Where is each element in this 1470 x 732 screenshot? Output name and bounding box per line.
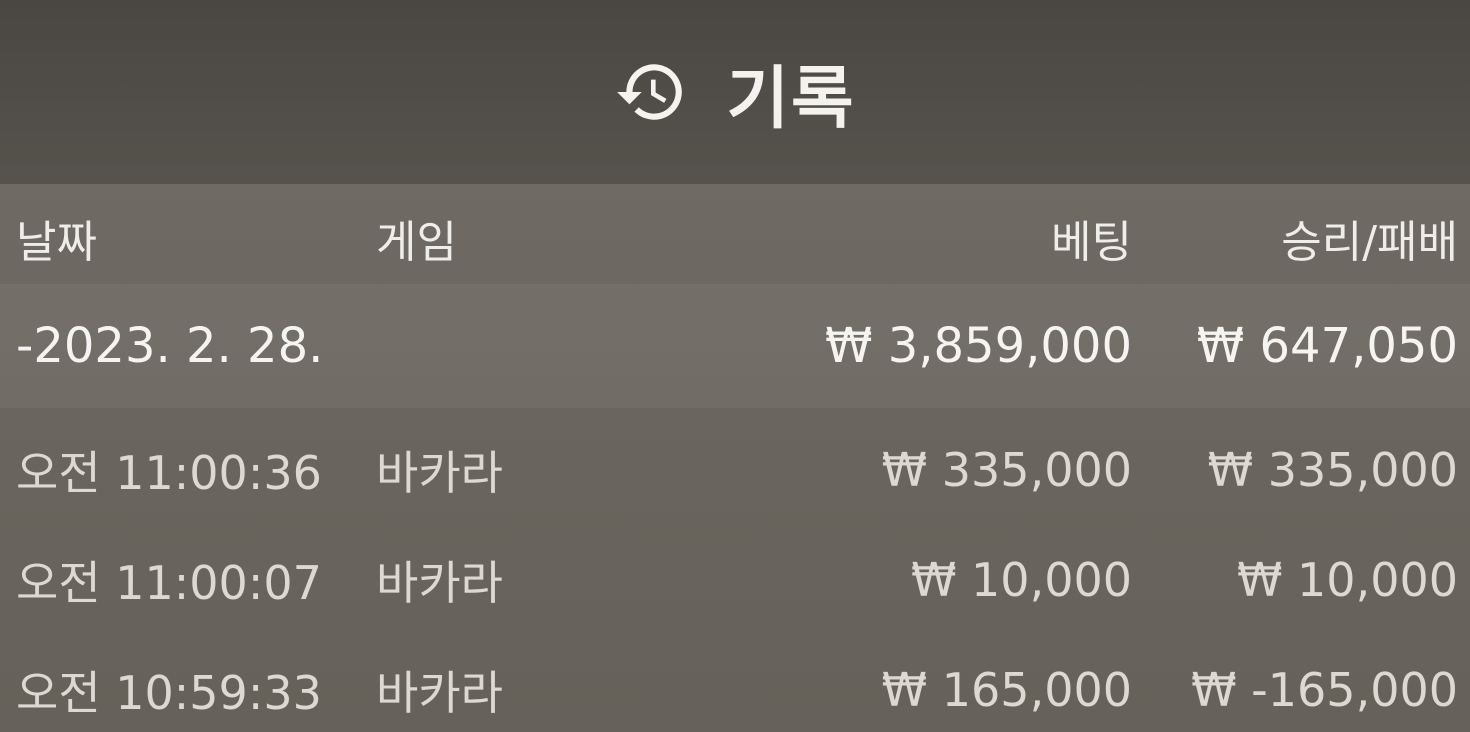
row-win-loss: ₩ 335,000	[1207, 443, 1458, 497]
row-bet: ₩ 335,000	[881, 443, 1132, 497]
row-time: 오전 10:59:33	[16, 666, 322, 720]
header-title-group: 기록	[614, 43, 855, 142]
date-group-win-loss-total: ₩ 647,050	[1196, 318, 1458, 374]
history-header: 기록	[0, 0, 1470, 184]
row-time: 오전 11:00:36	[16, 446, 322, 500]
row-game: 바카라	[376, 666, 503, 720]
history-table: 날짜 게임 베팅 승리/패배 -2023. 2. 28. ₩ 3,859,000…	[0, 184, 1470, 732]
page-title: 기록	[726, 59, 856, 139]
row-game: 바카라	[376, 446, 503, 500]
date-group-date: -2023. 2. 28.	[16, 318, 324, 374]
table-row[interactable]: 오전 10:59:33 바카라 ₩ 165,000 ₩ -165,000	[0, 640, 1470, 732]
history-icon	[617, 64, 683, 120]
row-bet: ₩ 10,000	[910, 553, 1132, 607]
column-header-game: 게임	[376, 217, 457, 268]
column-header-win-loss: 승리/패배	[1281, 217, 1458, 268]
table-row[interactable]: 오전 11:00:07 바카라 ₩ 10,000 ₩ 10,000	[0, 530, 1470, 630]
row-win-loss: ₩ 10,000	[1236, 553, 1458, 607]
date-group-row[interactable]: -2023. 2. 28. ₩ 3,859,000 ₩ 647,050	[0, 296, 1470, 396]
table-row[interactable]: 오전 11:00:36 바카라 ₩ 335,000 ₩ 335,000	[0, 420, 1470, 520]
row-game: 바카라	[376, 556, 503, 610]
column-header-bet: 베팅	[1051, 217, 1132, 268]
row-win-loss: ₩ -165,000	[1191, 663, 1458, 717]
row-bet: ₩ 165,000	[881, 663, 1132, 717]
table-header-row: 날짜 게임 베팅 승리/패배	[0, 188, 1470, 288]
row-time: 오전 11:00:07	[16, 556, 322, 610]
column-header-date: 날짜	[16, 217, 97, 268]
date-group-bet-total: ₩ 3,859,000	[824, 318, 1132, 374]
